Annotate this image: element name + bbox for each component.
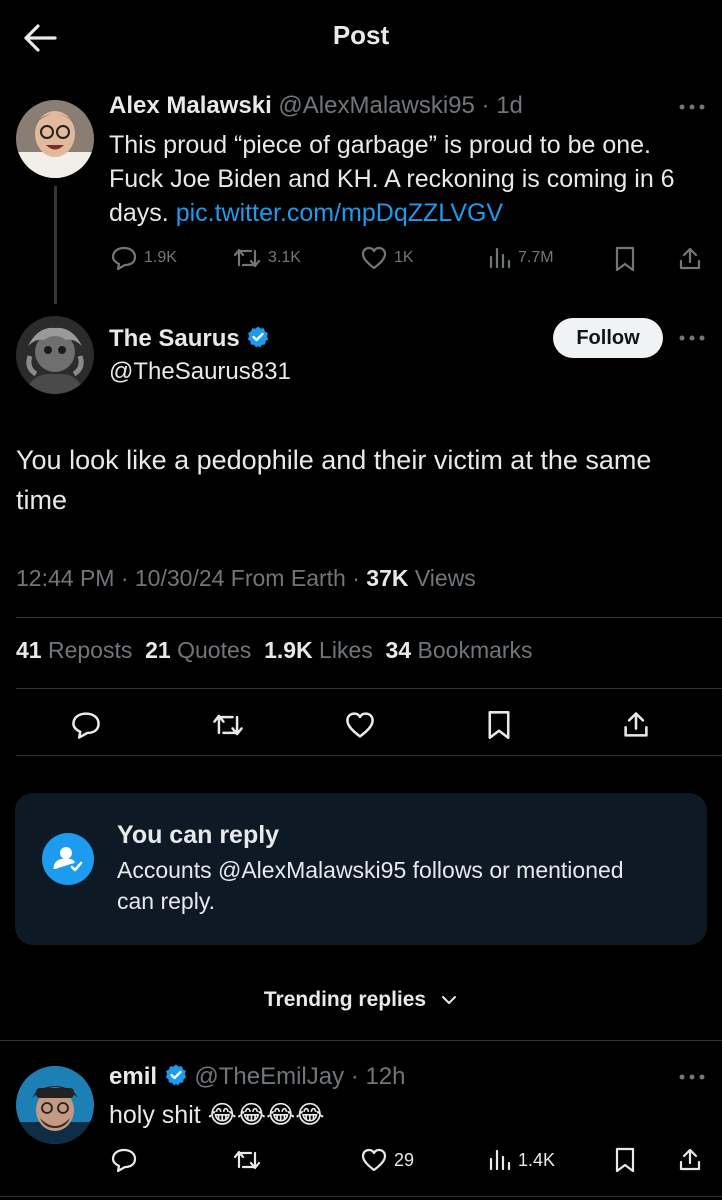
post-time: · 12h — [350, 1063, 406, 1090]
divider — [16, 617, 722, 618]
follow-button[interactable]: Follow — [553, 318, 663, 358]
more-icon[interactable] — [678, 1072, 706, 1082]
heart-icon — [360, 245, 388, 271]
divider — [0, 1196, 722, 1197]
author-handle[interactable]: @TheEmilJay — [194, 1063, 344, 1090]
tweet-text: You look like a pedophile and their vict… — [16, 445, 652, 515]
share-icon[interactable] — [678, 1147, 702, 1173]
post-time: · 1d — [481, 92, 523, 119]
stat-count: 41 — [16, 637, 42, 663]
author-handle[interactable]: @AlexMalawski95 — [278, 92, 474, 119]
stat-count: 21 — [145, 637, 171, 663]
author-line: emil @TheEmilJay · 12h — [109, 1063, 405, 1091]
avatar[interactable] — [16, 316, 94, 394]
verified-badge-icon — [164, 1063, 188, 1087]
more-icon[interactable] — [678, 102, 706, 112]
share-icon[interactable] — [678, 246, 702, 272]
divider — [16, 688, 722, 689]
avatar[interactable] — [16, 100, 94, 178]
stat-label: Quotes — [177, 637, 252, 663]
bookmark-icon[interactable] — [614, 1147, 636, 1173]
trending-replies-toggle[interactable]: Trending replies — [0, 988, 722, 1012]
author-name[interactable]: Alex Malawski — [109, 92, 272, 119]
views-label: Views — [408, 565, 476, 591]
author-line: The Saurus — [109, 325, 270, 353]
heart-icon — [360, 1147, 388, 1173]
reposts-stat[interactable]: 41 Reposts — [16, 637, 132, 663]
user-check-icon — [42, 833, 94, 885]
views-icon — [488, 1147, 512, 1173]
views-count: 1.4K — [518, 1149, 556, 1170]
views-button[interactable]: 7.7M — [488, 245, 554, 271]
bookmark-icon[interactable] — [614, 246, 636, 272]
divider — [16, 755, 722, 756]
quotes-stat[interactable]: 21 Quotes — [145, 637, 251, 663]
repost-icon[interactable] — [232, 1147, 262, 1173]
engagement-stats: 41 Reposts 21 Quotes 1.9K Likes 34 Bookm… — [16, 637, 533, 664]
share-icon[interactable] — [622, 710, 650, 740]
bookmark-icon[interactable] — [486, 710, 512, 740]
reply-count: 1.9K — [144, 249, 177, 266]
reply-icon — [110, 245, 138, 271]
thread-line — [54, 186, 57, 304]
media-link[interactable]: pic.twitter.com/mpDqZZLVGV — [176, 199, 503, 227]
heart-icon[interactable] — [344, 710, 376, 740]
author-handle[interactable]: @TheSaurus831 — [109, 358, 291, 386]
repost-button[interactable]: 3.1K — [232, 245, 301, 271]
stat-count: 1.9K — [264, 637, 313, 663]
reply-card-body: Accounts @AlexMalawski95 follows or ment… — [117, 857, 624, 914]
author-name[interactable]: The Saurus — [109, 325, 240, 352]
like-count: 1K — [394, 249, 414, 266]
like-count: 29 — [394, 1149, 415, 1170]
stat-label: Reposts — [47, 637, 133, 663]
more-icon[interactable] — [678, 333, 706, 343]
repost-icon — [232, 245, 262, 271]
views-button[interactable]: 1.4K — [488, 1147, 555, 1173]
page-title: Post — [332, 20, 390, 50]
post-meta: 12:44 PM · 10/30/24 From Earth · 37K Vie… — [16, 565, 476, 592]
views-count: 37K — [366, 565, 409, 591]
divider — [0, 1040, 722, 1041]
trending-replies-label: Trending replies — [263, 988, 427, 1011]
avatar[interactable] — [16, 1066, 94, 1144]
stat-label: Bookmarks — [417, 637, 533, 663]
like-button[interactable]: 1K — [360, 245, 414, 271]
stat-count: 34 — [385, 637, 412, 663]
repost-count: 3.1K — [268, 249, 301, 266]
views-count: 7.7M — [518, 249, 554, 266]
repost-icon[interactable] — [211, 710, 245, 740]
tweet-text: This proud “piece of garbage” is proud t… — [109, 128, 709, 230]
author-line: Alex Malawski @AlexMalawski95 · 1d — [109, 92, 523, 120]
reply-card-title: You can reply — [117, 821, 280, 849]
author-name[interactable]: emil — [109, 1063, 157, 1090]
reply-icon[interactable] — [70, 710, 102, 740]
reply-button[interactable]: 1.9K — [110, 245, 177, 271]
tweet-text: holy shit 😂😂😂😂 — [109, 1101, 325, 1129]
chevron-down-icon — [440, 994, 458, 1006]
top-bar: Post — [0, 0, 722, 76]
like-button[interactable]: 29 — [360, 1147, 414, 1173]
timestamp: 12:44 PM · 10/30/24 From Earth · — [16, 565, 367, 591]
bookmarks-stat[interactable]: 34 Bookmarks — [386, 637, 533, 663]
verified-badge-icon — [246, 325, 270, 349]
likes-stat[interactable]: 1.9K Likes — [264, 637, 373, 663]
stat-label: Likes — [319, 637, 373, 663]
views-icon — [488, 245, 512, 271]
reply-icon[interactable] — [110, 1147, 138, 1173]
